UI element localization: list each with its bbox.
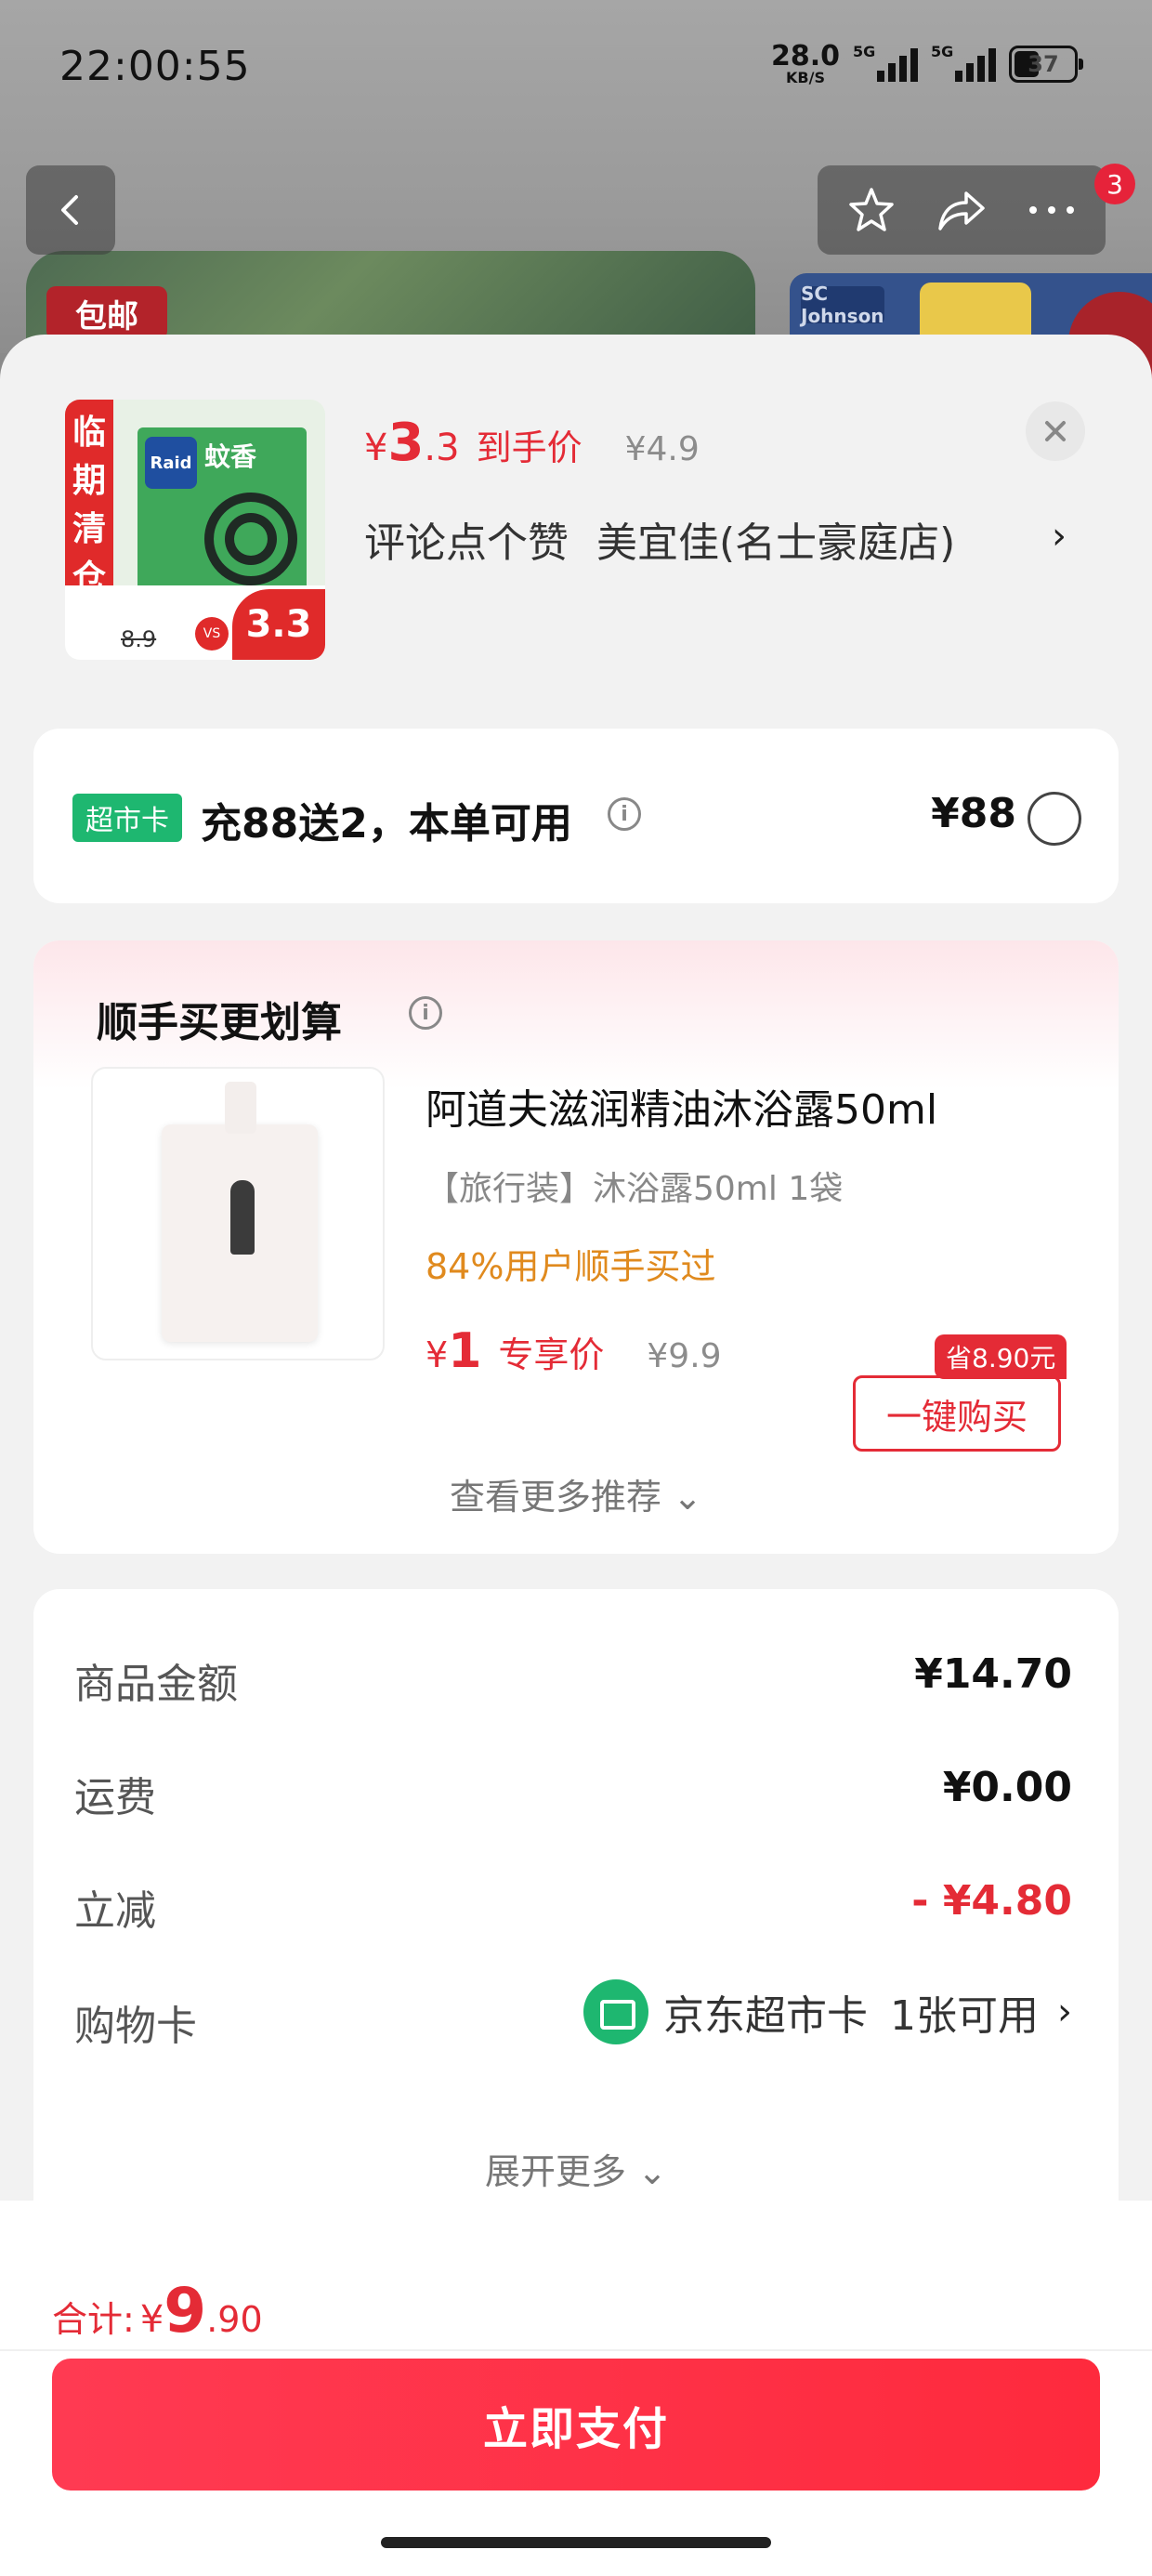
- total-decimal: .90: [206, 2299, 263, 2340]
- shopping-card-name: 京东超市卡: [663, 1992, 868, 2040]
- card-icon: [583, 1979, 648, 2044]
- order-summary: 商品金额 ¥14.70 运费 ¥0.00 立减 - ¥4.80 购物卡 京东超市…: [33, 1589, 1119, 2249]
- pay-now-button[interactable]: 立即支付: [52, 2359, 1100, 2491]
- summary-row-goods: 商品金额 ¥14.70: [74, 1641, 1072, 1708]
- supermarket-card-offer[interactable]: 超市卡 充88送2，本单可用 i ¥88: [33, 729, 1119, 903]
- expand-more-link[interactable]: 展开更多 ⌄: [33, 2143, 1119, 2194]
- cart-count-badge: 3: [1094, 164, 1135, 204]
- home-indicator[interactable]: [381, 2537, 771, 2548]
- more-icon[interactable]: [1026, 201, 1078, 219]
- more-recommendations-link[interactable]: 查看更多推荐 ⌄: [33, 1468, 1119, 1519]
- checkout-bar: 合计: ¥ 9 .90 立即支付: [0, 2201, 1152, 2576]
- promo-text: 评论点个赞: [364, 519, 569, 567]
- net-speed-unit: KB/S: [786, 69, 825, 86]
- info-icon[interactable]: i: [409, 996, 442, 1030]
- free-shipping-badge: 包邮: [46, 286, 167, 340]
- recommend-product-image[interactable]: [91, 1067, 385, 1360]
- vs-badge: VS: [195, 617, 229, 651]
- price-tag: 专享价: [498, 1334, 605, 1375]
- recommend-product-spec: 【旅行装】沐浴露50ml 1袋: [425, 1170, 844, 1208]
- product-thumbnail: 临期清仓 Raid 蚊香 8.9 VS 3.3: [65, 400, 325, 660]
- product-header: 临期清仓 Raid 蚊香 8.9 VS 3.3 ¥ 3 .3 到手价 ¥4.9 …: [0, 335, 1152, 706]
- summary-value: ¥0.00: [942, 1764, 1072, 1811]
- summary-row-discount: 立减 - ¥4.80: [74, 1868, 1072, 1935]
- chevron-right-icon: ›: [1052, 515, 1067, 558]
- total-amount: 合计: ¥ 9 .90: [52, 2275, 263, 2346]
- supermarket-card-radio[interactable]: [1028, 792, 1081, 846]
- price-integer: 3: [387, 413, 425, 473]
- supermarket-card-badge: 超市卡: [72, 794, 182, 842]
- coil-graphic: [204, 493, 297, 585]
- shopping-card-count: 1张可用: [890, 1992, 1039, 2040]
- raid-logo: Raid: [145, 437, 197, 489]
- close-icon: [1045, 421, 1066, 441]
- total-currency: ¥: [139, 2298, 164, 2341]
- share-icon[interactable]: [935, 184, 988, 236]
- summary-value: ¥14.70: [914, 1650, 1072, 1698]
- brand-logo: SC Johnson: [801, 283, 884, 327]
- battery-icon: 37: [1009, 46, 1083, 83]
- total-integer: 9: [164, 2275, 207, 2346]
- store-link[interactable]: 评论点个赞 美宜佳(名士豪庭店) ›: [364, 509, 1067, 569]
- recommend-price: ¥ 1 专享价 ¥9.9: [425, 1323, 722, 1379]
- divider: [0, 2349, 1152, 2351]
- nav-actions: [818, 165, 1106, 255]
- summary-label: 立减: [74, 1887, 156, 1935]
- original-price: ¥4.9: [624, 430, 700, 468]
- pouch-figure: [230, 1180, 255, 1255]
- recommend-product-name[interactable]: 阿道夫滋润精油沐浴露50ml: [425, 1076, 937, 1136]
- save-amount-badge: 省8.90元: [935, 1334, 1067, 1379]
- net-speed: 28.0 KB/S: [771, 43, 840, 85]
- signal-1-icon: 5G: [853, 43, 918, 85]
- recommend-bought-rate: 84%用户顺手买过: [425, 1246, 716, 1287]
- sim2-label: 5G: [931, 43, 954, 60]
- summary-row-shopping-card[interactable]: 购物卡 京东超市卡 1张可用 ›: [74, 1979, 1072, 2050]
- app-root: 包邮 SC Johnson 22:00:55 28.0 KB/S 5G 5G 3…: [0, 0, 1152, 2576]
- supermarket-card-price: ¥88: [931, 790, 1016, 837]
- price-integer: 1: [448, 1323, 482, 1379]
- status-indicators: 28.0 KB/S 5G 5G 37: [771, 43, 1083, 85]
- product-price: ¥ 3 .3 到手价 ¥4.9: [364, 413, 700, 473]
- pouch-cap: [225, 1082, 256, 1134]
- battery-level: 37: [1028, 51, 1059, 77]
- summary-label: 商品金额: [74, 1661, 238, 1708]
- recommendation-title: 顺手买更划算: [97, 999, 342, 1046]
- star-icon[interactable]: [845, 184, 897, 236]
- price-tag: 到手价: [476, 427, 583, 468]
- signal-2-icon: 5G: [931, 43, 996, 85]
- shopping-card-selector[interactable]: 京东超市卡 1张可用 ›: [583, 1979, 1072, 2044]
- order-sheet: 临期清仓 Raid 蚊香 8.9 VS 3.3 ¥ 3 .3 到手价 ¥4.9 …: [0, 335, 1152, 2576]
- thumb-new-price: 3.3: [232, 589, 325, 660]
- chevron-right-icon: ›: [1057, 1991, 1072, 2033]
- summary-label: 运费: [74, 1774, 156, 1821]
- info-icon[interactable]: i: [608, 797, 641, 831]
- back-button[interactable]: [26, 165, 115, 255]
- summary-value: - ¥4.80: [911, 1877, 1072, 1925]
- price-currency: ¥: [364, 427, 388, 469]
- price-decimal: .3: [424, 427, 460, 469]
- supermarket-card-text: 充88送2，本单可用: [201, 800, 572, 848]
- store-name: 美宜佳(名士豪庭店): [596, 519, 956, 567]
- total-label: 合计:: [52, 2299, 135, 2340]
- summary-row-shipping: 运费 ¥0.00: [74, 1755, 1072, 1821]
- net-speed-value: 28.0: [770, 40, 840, 72]
- back-icon: [61, 195, 78, 225]
- price-currency: ¥: [425, 1334, 449, 1375]
- thumb-old-price: 8.9: [121, 626, 157, 652]
- signal-bars: [955, 48, 996, 82]
- summary-label: 购物卡: [74, 2003, 197, 2050]
- sim1-label: 5G: [853, 43, 876, 60]
- original-price: ¥9.9: [647, 1337, 722, 1375]
- recommendation-card: 顺手买更划算 i 阿道夫滋润精油沐浴露50ml 【旅行装】沐浴露50ml 1袋 …: [33, 940, 1119, 1554]
- one-click-buy-button[interactable]: 一键购买: [853, 1375, 1061, 1452]
- signal-bars: [877, 48, 918, 82]
- product-name-graphic: 蚊香: [204, 441, 257, 472]
- status-time: 22:00:55: [59, 43, 251, 90]
- close-button[interactable]: [1026, 401, 1085, 461]
